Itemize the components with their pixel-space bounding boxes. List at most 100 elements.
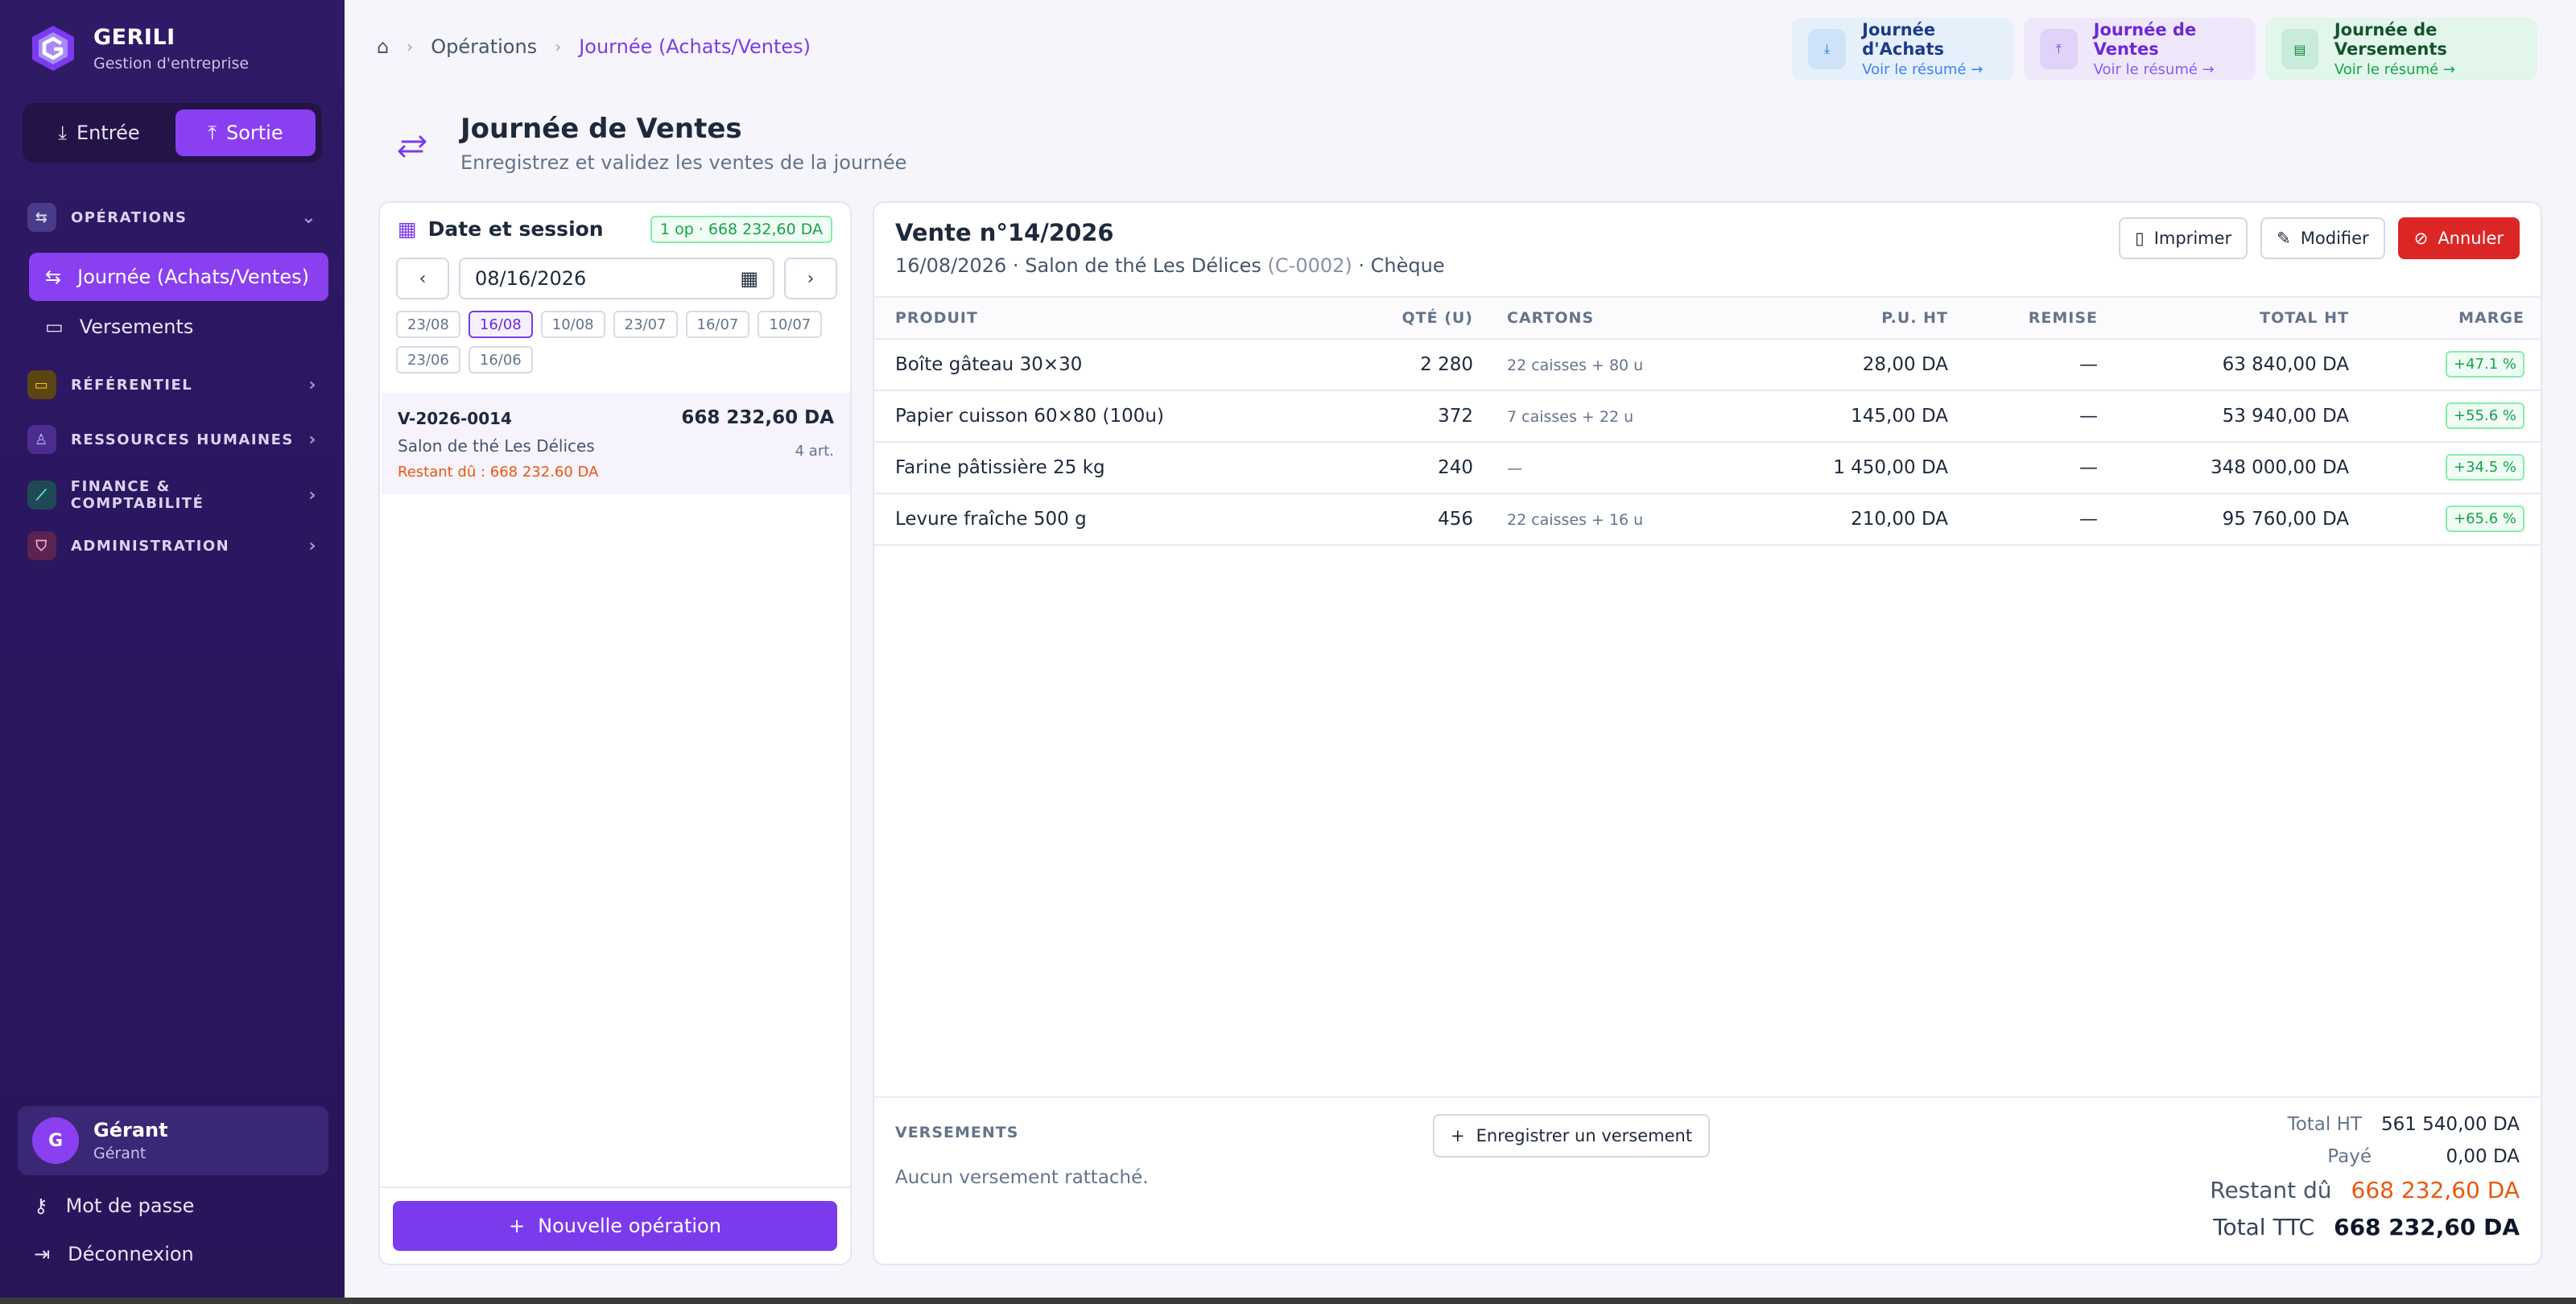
cell-qte: 456 xyxy=(1438,509,1473,530)
column-header: CARTONS xyxy=(1507,309,1595,327)
main-content: ⌂ › Opérations › Journée (Achats/Ventes)… xyxy=(345,0,2576,1298)
cancel-button[interactable]: ⊘ Annuler xyxy=(2397,217,2520,259)
versements-label: VERSEMENTS xyxy=(895,1124,1019,1141)
next-date-button[interactable]: › xyxy=(784,258,837,299)
user-card[interactable]: G Gérant Gérant xyxy=(18,1106,328,1175)
operation-due: Restant dû : 668 232.60 DA xyxy=(398,464,599,481)
table-row[interactable]: Papier cuisson 60×80 (100u) 372 7 caisse… xyxy=(874,391,2541,443)
cell-produit: Papier cuisson 60×80 (100u) xyxy=(895,406,1164,427)
sale-title: Vente n°14/2026 xyxy=(895,219,1114,246)
total-ttc-value: 668 232,60 DA xyxy=(2334,1214,2520,1240)
logo-icon xyxy=(32,26,74,71)
chart-icon: ⟋ xyxy=(27,481,56,510)
add-versement-button[interactable]: + Enregistrer un versement xyxy=(1433,1114,1711,1158)
column-header: REMISE xyxy=(2028,309,2098,327)
nav-section-referentiel[interactable]: ▭ RÉFÉRENTIEL › xyxy=(27,370,317,399)
divider xyxy=(874,1096,2541,1098)
new-operation-button[interactable]: + Nouvelle opération xyxy=(393,1201,837,1251)
restant-label: Restant dû xyxy=(2210,1177,2332,1203)
table-row[interactable]: Farine pâtissière 25 kg 240 — 1 450,00 D… xyxy=(874,443,2541,494)
nav-section-label: RÉFÉRENTIEL xyxy=(71,376,193,394)
nav-section-operations[interactable]: ⇆ OPÉRATIONS ⌄ xyxy=(27,203,317,232)
password-label: Mot de passe xyxy=(65,1195,195,1217)
sidebar-item-label: Journée (Achats/Ventes) xyxy=(77,266,309,288)
table-row[interactable]: Levure fraîche 500 g 456 22 caisses + 16… xyxy=(874,494,2541,546)
arrows-icon xyxy=(390,124,435,169)
user-name: Gérant xyxy=(93,1119,168,1141)
avatar: G xyxy=(32,1117,79,1164)
nav-section-admin[interactable]: ⛉ ADMINISTRATION › xyxy=(27,531,317,560)
session-header: ▦ Date et session xyxy=(398,217,604,241)
chevron-right-icon: › xyxy=(308,535,317,556)
nav-section-rh[interactable]: ♙ RESSOURCES HUMAINES › xyxy=(27,425,317,454)
table-header: PRODUIT QTÉ (U) CARTONS P.U. HT REMISE T… xyxy=(874,296,2541,340)
date-chip[interactable]: 23/07 xyxy=(613,311,678,338)
date-chip[interactable]: 23/08 xyxy=(396,311,460,338)
column-header: P.U. HT xyxy=(1881,309,1948,327)
chevron-right-icon: › xyxy=(308,374,317,395)
cell-qte: 2 280 xyxy=(1420,354,1473,375)
calendar-icon[interactable]: ▦ xyxy=(740,267,758,290)
edit-button[interactable]: ✎ Modifier xyxy=(2260,217,2385,259)
quick-link-versements[interactable]: ▤ Journée de Versements Voir le résumé → xyxy=(2265,18,2537,80)
date-value: 08/16/2026 xyxy=(475,267,587,290)
date-chips: 23/08 16/08 10/08 23/07 16/07 10/07 23/0… xyxy=(396,311,847,373)
sidebar-item-versements[interactable]: ▭ Versements xyxy=(29,303,328,351)
home-icon[interactable]: ⌂ xyxy=(377,35,389,58)
date-navigator: ‹ 08/16/2026 ▦ › xyxy=(396,258,837,299)
pencil-icon: ✎ xyxy=(2277,229,2291,248)
add-versement-label: Enregistrer un versement xyxy=(1476,1126,1693,1145)
total-ttc: Total TTC 668 232,60 DA xyxy=(2213,1214,2520,1240)
chevron-right-icon: › xyxy=(308,485,317,506)
total-ht-value: 561 540,00 DA xyxy=(2380,1114,2520,1135)
entree-label: Entrée xyxy=(76,122,140,144)
quick-link-achats[interactable]: ⤓ Journée d'Achats Voir le résumé → xyxy=(1792,18,2014,80)
date-chip[interactable]: 10/07 xyxy=(758,311,823,338)
sale-client: Salon de thé Les Délices xyxy=(1025,254,1261,277)
page-title: Journée de Ventes xyxy=(460,113,742,145)
restant-du: Restant dû 668 232,60 DA xyxy=(2210,1177,2520,1203)
shield-icon: ⛉ xyxy=(27,531,56,560)
cell-total: 95 760,00 DA xyxy=(2222,509,2349,530)
ban-icon: ⊘ xyxy=(2413,229,2429,248)
cell-remise: — xyxy=(2079,406,2098,427)
receipt-icon: ▤ xyxy=(2281,29,2318,69)
table-row[interactable]: Boîte gâteau 30×30 2 280 22 caisses + 80… xyxy=(874,340,2541,391)
quick-link-title: Journée de Ventes xyxy=(2093,20,2197,59)
cell-remise: — xyxy=(2079,354,2098,375)
new-operation-label: Nouvelle opération xyxy=(538,1215,721,1237)
plus-icon: + xyxy=(509,1215,526,1237)
entree-button[interactable]: ⤓ Entrée xyxy=(29,109,169,156)
calendar-icon: ▦ xyxy=(398,217,417,241)
chevron-right-icon: › xyxy=(807,268,815,289)
quick-link-sub: Voir le résumé → xyxy=(1862,61,1984,78)
date-chip[interactable]: 16/06 xyxy=(468,346,533,373)
divider xyxy=(380,1186,850,1188)
user-role: Gérant xyxy=(93,1145,147,1162)
password-link[interactable]: ⚷ Mot de passe xyxy=(34,1195,194,1217)
app-subtitle: Gestion d'entreprise xyxy=(93,54,250,72)
logout-link[interactable]: ⇥ Déconnexion xyxy=(34,1243,194,1265)
cell-marge: +65.6 % xyxy=(2446,506,2524,532)
arrows-icon: ⇆ xyxy=(45,266,62,288)
cell-pu: 1 450,00 DA xyxy=(1833,457,1948,478)
cell-remise: — xyxy=(2079,509,2098,530)
sale-meta: 16/08/2026 · Salon de thé Les Délices (C… xyxy=(895,254,1445,277)
quick-link-ventes[interactable]: ⤒ Journée de Ventes Voir le résumé → xyxy=(2024,18,2256,80)
date-chip[interactable]: 16/08 xyxy=(468,311,533,338)
date-chip[interactable]: 16/07 xyxy=(685,311,750,338)
nav-section-finance[interactable]: ⟋ FINANCE & COMPTABILITÉ › xyxy=(27,478,317,512)
date-chip[interactable]: 10/08 xyxy=(540,311,605,338)
cell-total: 348 000,00 DA xyxy=(2210,457,2349,478)
sortie-button[interactable]: ⤒ Sortie xyxy=(175,109,316,156)
wallet-icon: ▭ xyxy=(45,316,64,338)
prev-date-button[interactable]: ‹ xyxy=(396,258,449,299)
sale-client-code: (C-0002) xyxy=(1267,254,1352,277)
print-button[interactable]: ▯ Imprimer xyxy=(2119,217,2248,259)
sidebar-item-journee[interactable]: ⇆ Journée (Achats/Ventes) xyxy=(29,253,328,301)
paye-value: 0,00 DA xyxy=(2446,1146,2520,1167)
date-input[interactable]: 08/16/2026 ▦ xyxy=(459,258,774,299)
operation-list-item[interactable]: V-2026-0014 668 232,60 DA Salon de thé L… xyxy=(382,393,850,494)
breadcrumb-parent[interactable]: Opérations xyxy=(431,35,537,58)
date-chip[interactable]: 23/06 xyxy=(396,346,460,373)
